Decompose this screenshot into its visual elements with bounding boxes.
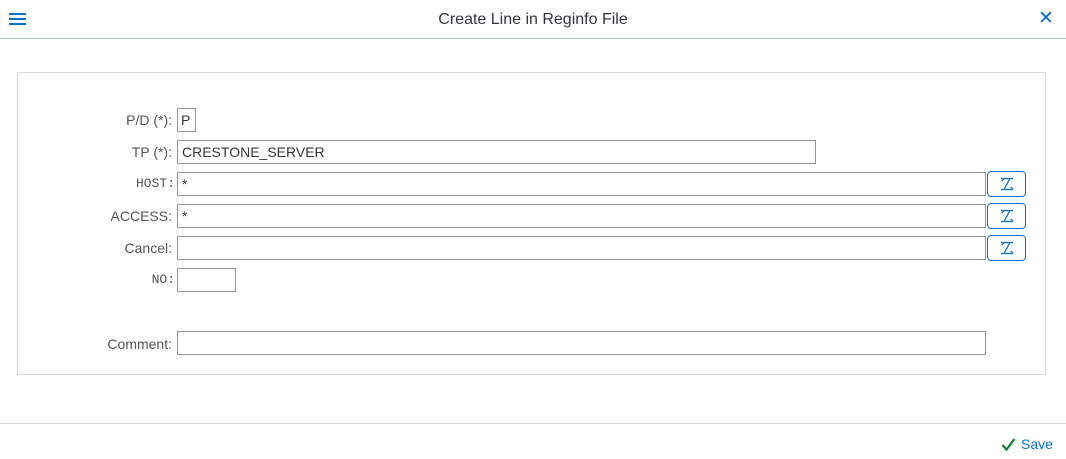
- save-label: Save: [1021, 436, 1053, 452]
- dialog-header: Create Line in Reginfo File ✕: [0, 0, 1066, 39]
- comment-label: Comment:: [107, 336, 172, 352]
- comment-input[interactable]: [177, 331, 986, 355]
- tp-input[interactable]: CRESTONE_SERVER: [177, 140, 816, 164]
- host-input[interactable]: *: [177, 172, 986, 196]
- pd-label: P/D (*):: [126, 112, 172, 128]
- access-input[interactable]: *: [177, 204, 986, 228]
- save-button[interactable]: Save: [1001, 432, 1053, 456]
- host-value-help-button[interactable]: [987, 171, 1026, 197]
- dialog-footer: Save: [0, 423, 1066, 459]
- host-label: HOST:: [135, 176, 175, 191]
- access-label: ACCESS:: [110, 208, 172, 224]
- cancel-value-help-button[interactable]: [987, 235, 1026, 261]
- value-help-icon: [1001, 241, 1014, 255]
- cancel-label: Cancel:: [124, 240, 172, 256]
- no-input[interactable]: [177, 268, 236, 292]
- dialog-title: Create Line in Reginfo File: [438, 11, 628, 28]
- value-help-icon: [1001, 177, 1014, 191]
- tp-label: TP (*):: [131, 144, 172, 160]
- cancel-input[interactable]: [177, 236, 986, 260]
- value-help-icon: [1001, 209, 1014, 223]
- access-value-help-button[interactable]: [987, 203, 1026, 229]
- checkmark-icon: [1001, 438, 1016, 452]
- no-label: NO:: [151, 272, 175, 287]
- pd-input[interactable]: P: [177, 108, 196, 132]
- close-icon[interactable]: ✕: [1037, 9, 1055, 28]
